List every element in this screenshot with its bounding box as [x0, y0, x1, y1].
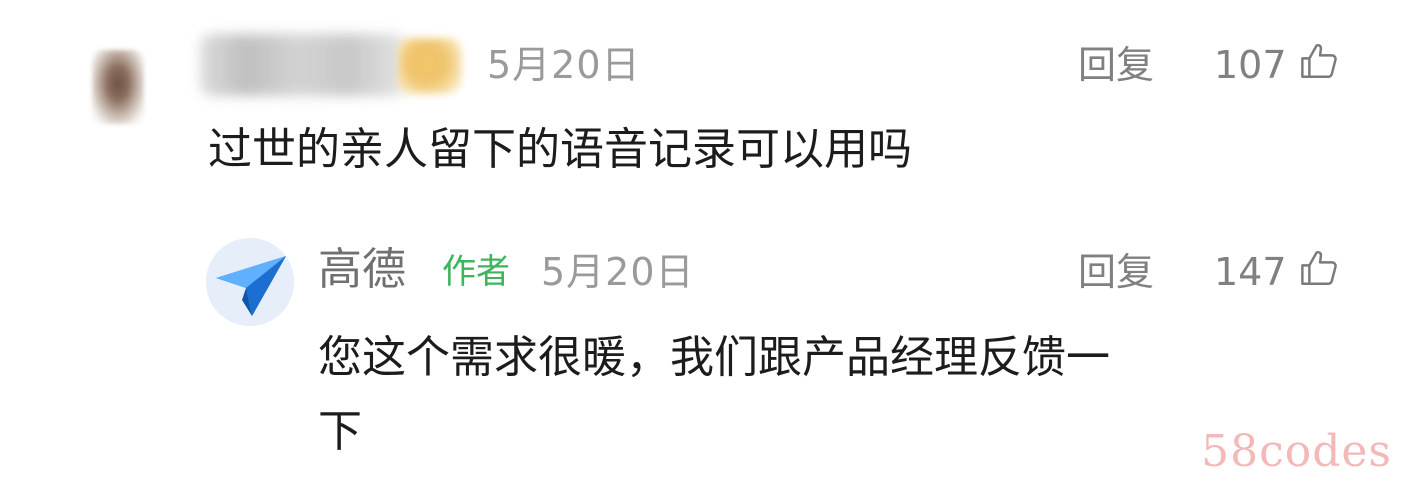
paper-plane-icon: [206, 238, 294, 326]
reply-content-line-2: 下: [318, 406, 362, 457]
reply-date: 5月20日: [541, 250, 695, 294]
comment-date: 5月20日: [487, 43, 641, 87]
reply-content-line-1: 您这个需求很暖，我们跟产品经理反馈一: [318, 332, 1110, 383]
comment-reply-button[interactable]: 回复: [1078, 46, 1154, 84]
comment-content: 过世的亲人留下的语音记录可以用吗: [208, 124, 912, 175]
thumbs-up-icon[interactable]: [1298, 40, 1340, 82]
reply-like-count: 147: [1214, 250, 1287, 294]
comment-item: 5月20日 回复 107 过世的亲人留下的语音记录可以用吗: [0, 0, 1408, 210]
author-avatar[interactable]: [206, 238, 294, 326]
watermark-text: 58codes: [1201, 426, 1392, 477]
commenter-name-blurred[interactable]: [200, 34, 406, 96]
thumbs-up-icon[interactable]: [1298, 247, 1340, 289]
commenter-avatar[interactable]: [92, 50, 144, 124]
comment-like-count: 107: [1214, 43, 1287, 87]
author-badge: 作者: [442, 252, 510, 292]
reply-author-name[interactable]: 高德: [318, 248, 406, 292]
commenter-badge-icon: [398, 38, 462, 94]
reply-reply-button[interactable]: 回复: [1078, 253, 1154, 291]
